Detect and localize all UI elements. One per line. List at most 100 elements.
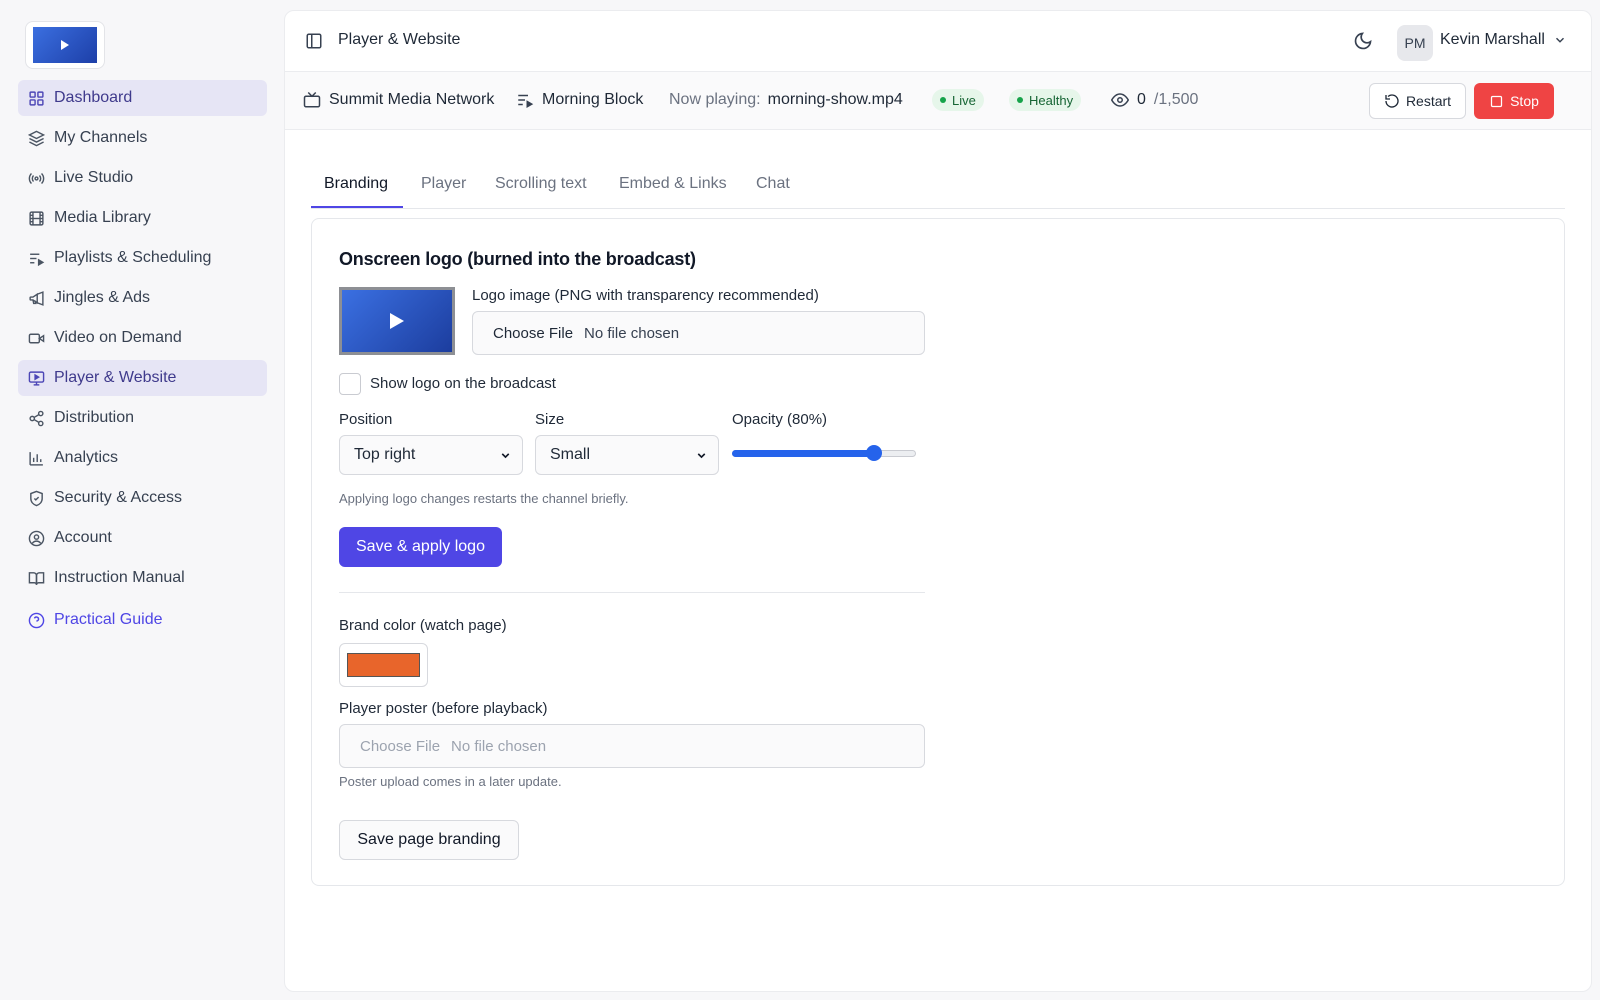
poster-choose-file-button[interactable]: Choose File bbox=[360, 738, 440, 755]
brand-color-swatch bbox=[347, 653, 420, 677]
sidebar-item-label: Instruction Manual bbox=[54, 569, 185, 586]
opacity-label: Opacity (80%) bbox=[732, 411, 828, 428]
sidebar: Dashboard My Channels Live Studio Media … bbox=[0, 0, 280, 1000]
now-playing-file: morning-show.mp4 bbox=[767, 91, 903, 108]
chevron-down-icon[interactable] bbox=[1553, 33, 1567, 47]
slider-fill bbox=[732, 450, 874, 457]
sidebar-item-practical-guide[interactable]: Practical Guide bbox=[27, 611, 163, 629]
save-apply-logo-button[interactable]: Save & apply logo bbox=[339, 527, 502, 567]
settings-tabs: Branding Player Scrolling text Embed & L… bbox=[311, 161, 1565, 209]
sidebar-item-label: Jingles & Ads bbox=[54, 289, 151, 306]
sidebar-item-label: Player & Website bbox=[54, 369, 177, 386]
sidebar-item-label: Distribution bbox=[54, 409, 135, 426]
bar-chart-icon bbox=[27, 449, 45, 467]
sidebar-item-label: Account bbox=[54, 529, 112, 546]
playlist-icon bbox=[518, 94, 534, 109]
position-select[interactable]: Top right bbox=[339, 435, 523, 475]
sidebar-item-player-website[interactable]: Player & Website bbox=[18, 360, 267, 396]
sidebar-item-dashboard[interactable]: Dashboard bbox=[18, 80, 267, 116]
sidebar-item-media-library[interactable]: Media Library bbox=[18, 200, 267, 236]
sidebar-item-video-on-demand[interactable]: Video on Demand bbox=[18, 320, 267, 356]
section-title: Onscreen logo (burned into the broadcast… bbox=[339, 249, 696, 269]
chevron-down-icon bbox=[697, 453, 706, 459]
position-label: Position bbox=[339, 411, 393, 428]
network-label: Summit Media Network bbox=[329, 91, 495, 108]
show-logo-label: Show logo on the broadcast bbox=[370, 375, 556, 392]
play-icon bbox=[390, 313, 404, 329]
sidebar-item-label: My Channels bbox=[54, 129, 148, 146]
tab-scrolling-text[interactable]: Scrolling text bbox=[495, 175, 587, 193]
share-icon bbox=[27, 409, 45, 427]
tab-chat[interactable]: Chat bbox=[756, 175, 790, 193]
brand-color-label: Brand color (watch page) bbox=[339, 617, 507, 634]
live-dot-icon bbox=[940, 97, 946, 103]
viewer-count: 0 /1,500 bbox=[1111, 91, 1198, 109]
tab-active-indicator bbox=[311, 206, 403, 208]
sidebar-item-my-channels[interactable]: My Channels bbox=[18, 120, 267, 156]
slider-thumb[interactable] bbox=[866, 445, 882, 461]
channel-status-bar: Summit Media Network Morning Block Now p… bbox=[285, 72, 1591, 130]
tab-player[interactable]: Player bbox=[421, 175, 466, 193]
tab-embed-links[interactable]: Embed & Links bbox=[619, 175, 727, 193]
sidebar-item-label: Playlists & Scheduling bbox=[54, 249, 212, 266]
sidebar-nav: Dashboard My Channels Live Studio Media … bbox=[18, 80, 267, 600]
sidebar-item-account[interactable]: Account bbox=[18, 520, 267, 556]
broadcast-icon bbox=[27, 169, 45, 187]
poster-hint: Poster upload comes in a later update. bbox=[339, 774, 562, 789]
play-icon bbox=[33, 27, 97, 63]
moon-icon[interactable] bbox=[1353, 31, 1373, 51]
avatar[interactable]: PM bbox=[1397, 25, 1433, 61]
health-dot-icon bbox=[1017, 97, 1023, 103]
stop-button[interactable]: Stop bbox=[1474, 83, 1554, 119]
sidebar-item-playlists[interactable]: Playlists & Scheduling bbox=[18, 240, 267, 276]
page-title: Player & Website bbox=[338, 31, 461, 48]
live-badge: Live bbox=[932, 89, 984, 111]
sidebar-item-label: Live Studio bbox=[54, 169, 134, 186]
eye-icon bbox=[1111, 93, 1129, 107]
opacity-slider[interactable] bbox=[732, 445, 916, 461]
help-circle-icon bbox=[27, 611, 45, 629]
poster-file-input[interactable]: Choose File No file chosen bbox=[339, 724, 925, 768]
megaphone-icon bbox=[27, 289, 45, 307]
film-icon bbox=[27, 209, 45, 227]
sidebar-item-instruction-manual[interactable]: Instruction Manual bbox=[18, 560, 267, 596]
restart-label: Restart bbox=[1405, 93, 1452, 109]
size-select[interactable]: Small bbox=[535, 435, 719, 475]
book-icon bbox=[27, 569, 45, 587]
block-label: Morning Block bbox=[542, 91, 644, 108]
show-logo-checkbox[interactable] bbox=[339, 373, 361, 395]
app-logo[interactable] bbox=[25, 21, 105, 69]
live-label: Live bbox=[952, 92, 976, 108]
tab-branding[interactable]: Branding bbox=[324, 175, 388, 193]
sidebar-item-analytics[interactable]: Analytics bbox=[18, 440, 267, 476]
user-circle-icon bbox=[27, 529, 45, 547]
network-name[interactable]: Summit Media Network bbox=[303, 91, 494, 109]
top-bar: Player & Website PM Kevin Marshall bbox=[285, 11, 1591, 72]
sidebar-item-live-studio[interactable]: Live Studio bbox=[18, 160, 267, 196]
grid-icon bbox=[27, 89, 45, 107]
logo-file-input[interactable]: Choose File No file chosen bbox=[472, 311, 925, 355]
brand-color-picker[interactable] bbox=[339, 643, 428, 687]
position-value: Top right bbox=[354, 446, 416, 463]
monitor-icon bbox=[27, 369, 45, 387]
restart-hint: Applying logo changes restarts the chann… bbox=[339, 491, 629, 506]
sidebar-item-security[interactable]: Security & Access bbox=[18, 480, 267, 516]
playlist-icon bbox=[27, 249, 45, 267]
section-divider bbox=[339, 592, 925, 593]
layers-icon bbox=[27, 129, 45, 147]
user-name[interactable]: Kevin Marshall bbox=[1440, 31, 1545, 49]
health-badge: Healthy bbox=[1009, 89, 1082, 111]
sidebar-item-distribution[interactable]: Distribution bbox=[18, 400, 267, 436]
chevron-down-icon bbox=[501, 453, 510, 459]
save-page-branding-button[interactable]: Save page branding bbox=[339, 820, 519, 860]
size-label: Size bbox=[535, 411, 565, 428]
sidebar-item-label: Dashboard bbox=[54, 89, 133, 106]
block-name[interactable]: Morning Block bbox=[516, 91, 643, 109]
sidebar-item-jingles-ads[interactable]: Jingles & Ads bbox=[18, 280, 267, 316]
choose-file-button[interactable]: Choose File bbox=[493, 325, 573, 342]
sidebar-toggle-icon[interactable] bbox=[305, 32, 323, 50]
sidebar-item-label: Security & Access bbox=[54, 489, 183, 506]
health-label: Healthy bbox=[1029, 92, 1074, 108]
restart-button[interactable]: Restart bbox=[1369, 83, 1466, 119]
sidebar-item-label: Media Library bbox=[54, 209, 151, 226]
